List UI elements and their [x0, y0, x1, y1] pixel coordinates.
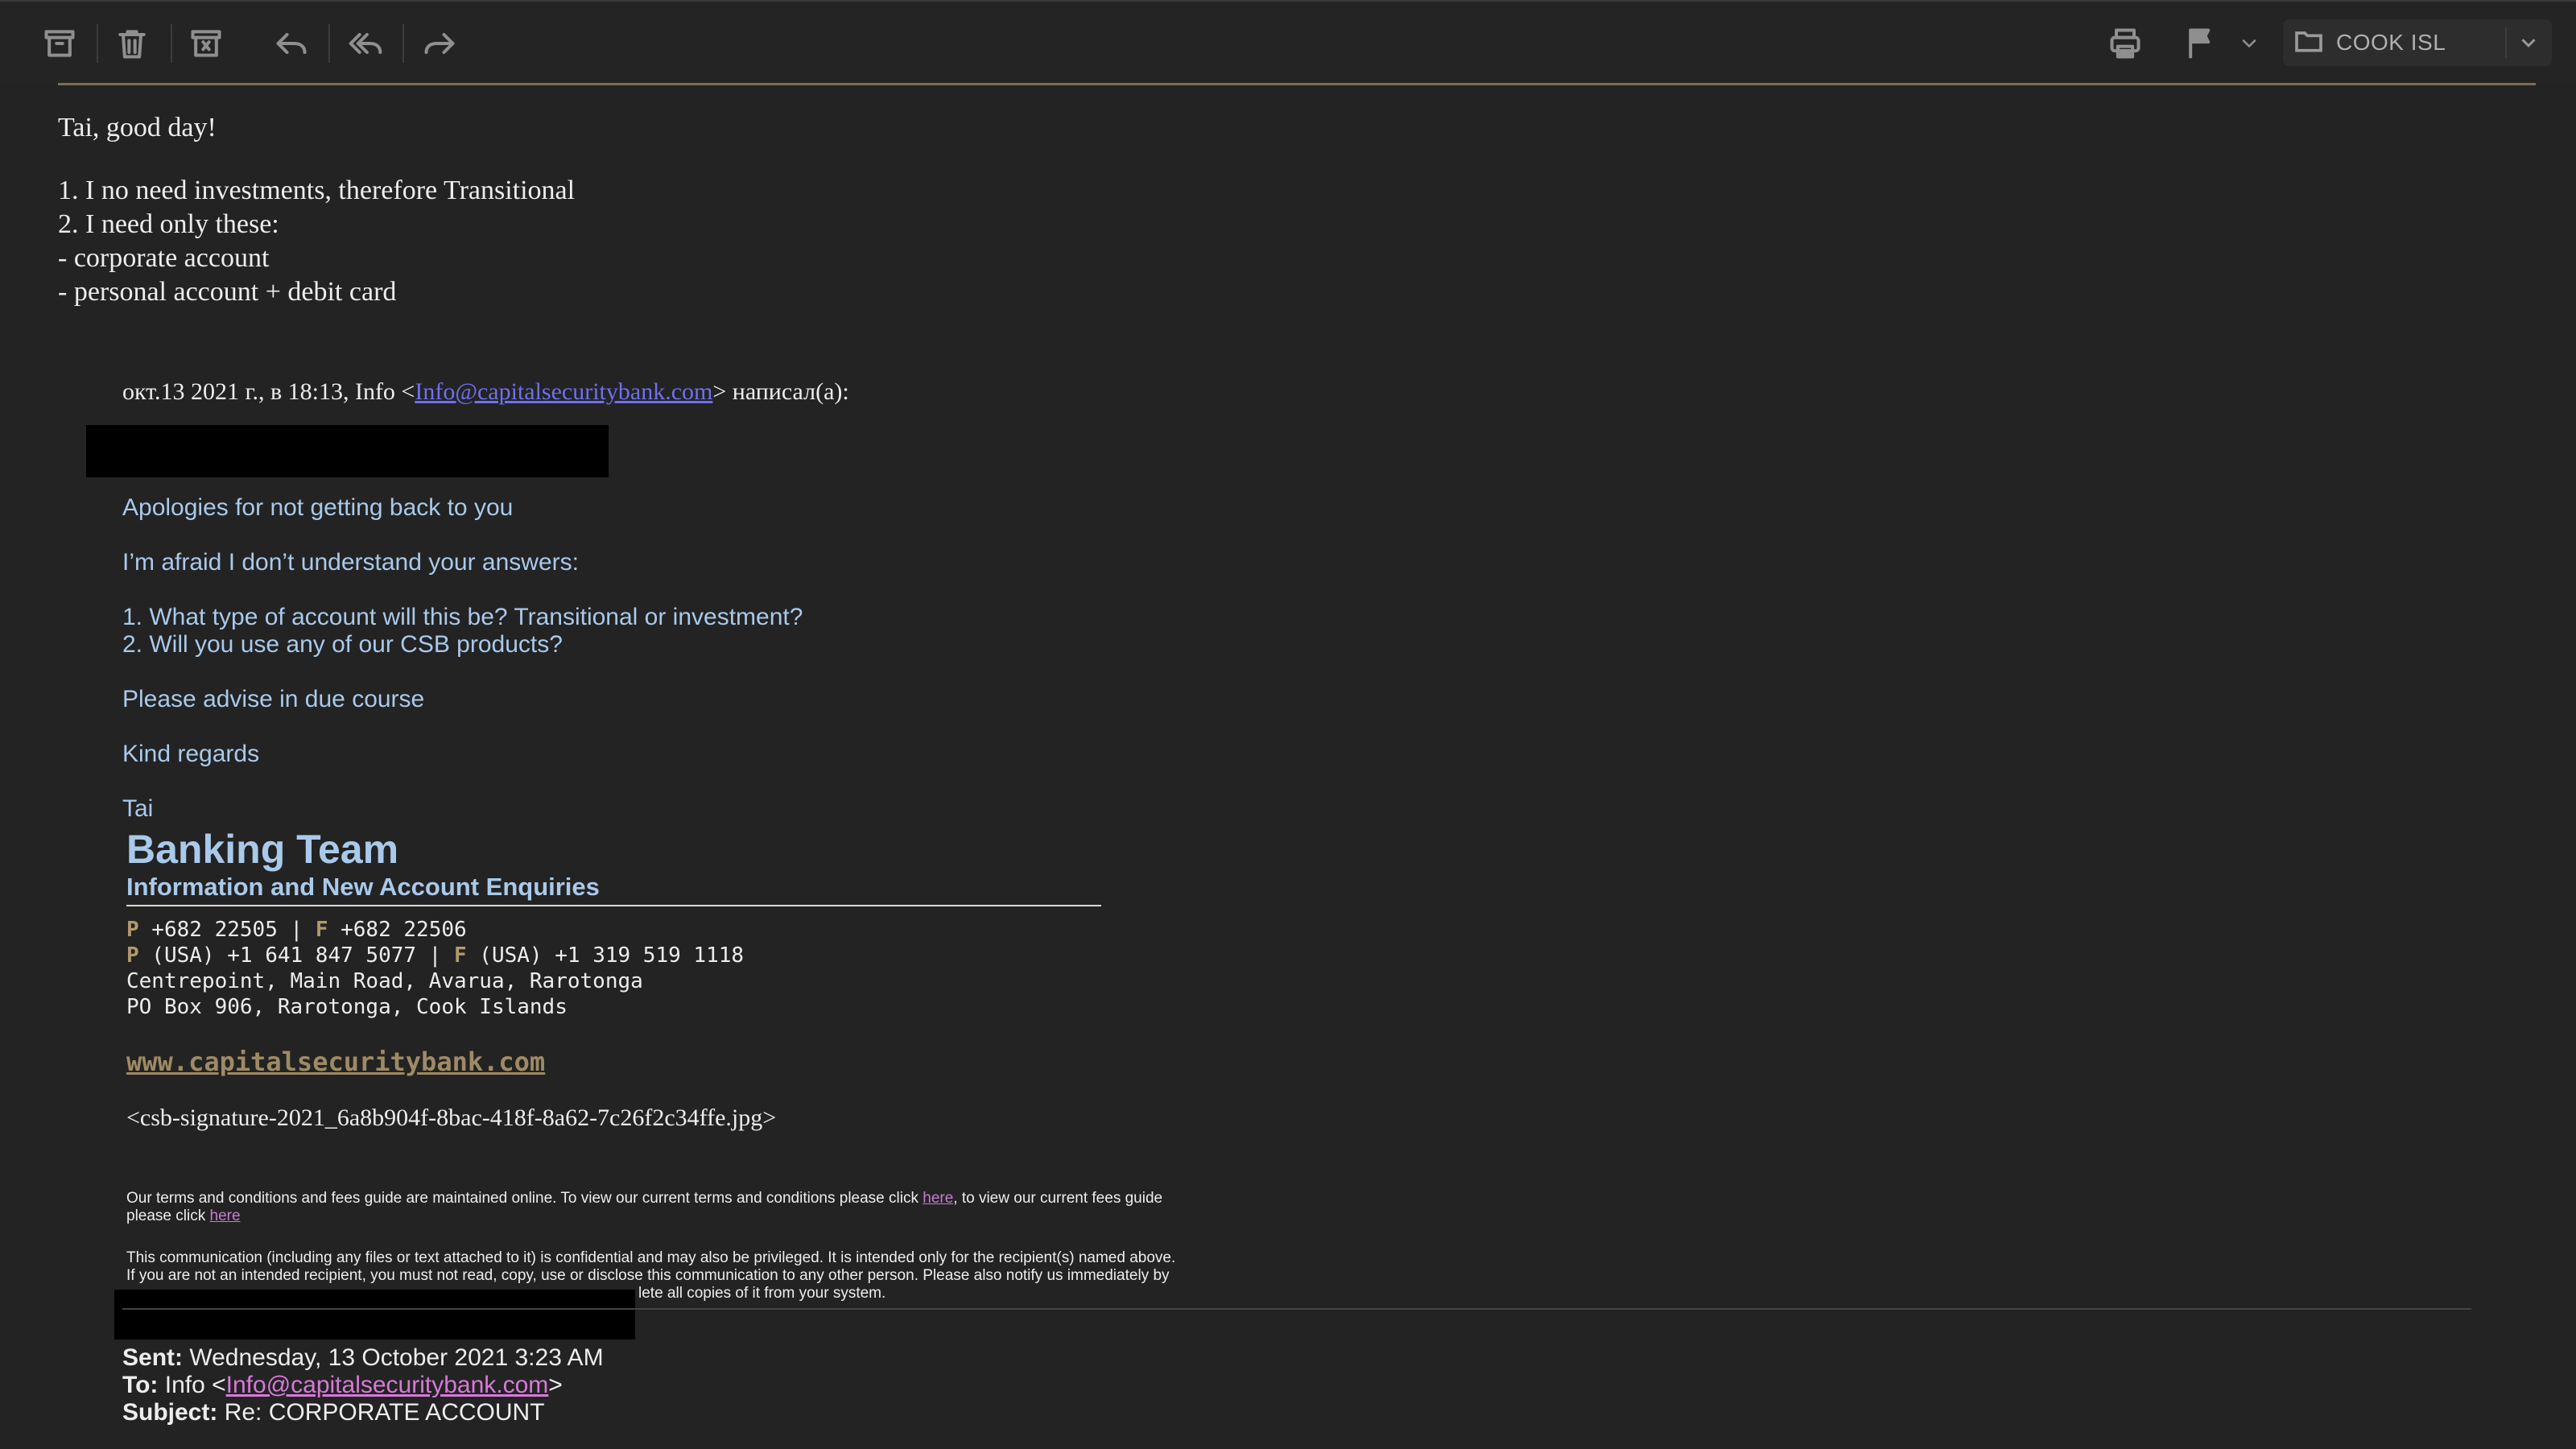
reply-all-icon[interactable] — [341, 19, 390, 68]
toolbar-separator — [171, 24, 172, 63]
folder-icon — [2293, 25, 2328, 60]
fees-text: please click — [126, 1208, 210, 1224]
terms-line: Our terms and conditions and fees guide … — [126, 1190, 1162, 1208]
archive-icon[interactable] — [35, 19, 84, 68]
to-prefix: Info < — [158, 1372, 226, 1398]
quote-header-prefix: окт.13 2021 г., в 18:13, Info < — [122, 378, 415, 405]
quote-sender-email-link[interactable]: Info@capitalsecuritybank.com — [415, 378, 712, 405]
phone-number: +682 22505 | — [138, 918, 316, 942]
quoted-line: Please advise in due course — [122, 686, 425, 712]
disclaimer-line: If you are not an intended recipient, yo… — [126, 1267, 1170, 1284]
chevron-down-icon[interactable] — [2516, 31, 2541, 55]
quote-header: окт.13 2021 г., в 18:13, Info <Info@capi… — [122, 378, 849, 406]
fees-line: please click here — [126, 1208, 241, 1225]
terms-text: , to view our current fees guide — [953, 1190, 1163, 1207]
forward-icon[interactable] — [415, 19, 464, 68]
reply-line: - personal account + debit card — [58, 277, 397, 307]
signature-address: Centrepoint, Main Road, Avarua, Rarotong… — [126, 969, 643, 993]
to-label: To: — [122, 1372, 159, 1398]
subject-label: Subject: — [122, 1399, 218, 1426]
message-toolbar: COOK ISL — [0, 0, 2576, 84]
redacted-block — [114, 1290, 635, 1340]
folder-divider — [2505, 27, 2507, 58]
signature-rule — [126, 905, 1101, 906]
website-link[interactable]: www.capitalsecuritybank.com — [126, 1046, 545, 1077]
to-line: To: Info <Info@capitalsecuritybank.com> — [122, 1372, 563, 1399]
redacted-block — [86, 425, 609, 477]
message-divider — [122, 1308, 2471, 1310]
terms-text: Our terms and conditions and fees guide … — [126, 1190, 923, 1207]
signature-subtitle: Information and New Account Enquiries — [126, 873, 600, 901]
toolbar-separator — [328, 24, 330, 63]
reply-line: 2. I need only these: — [58, 209, 279, 239]
folder-label: COOK ISL — [2336, 30, 2446, 55]
sent-line: Sent: Wednesday, 13 October 2021 3:23 AM — [122, 1344, 604, 1372]
reply-line: 1. I no need investments, therefore Tran… — [58, 175, 576, 205]
folder-select[interactable]: COOK ISL — [2283, 19, 2552, 66]
flag-icon[interactable] — [2177, 19, 2225, 68]
signature-phone-usa-line: P (USA) +1 641 847 5077 | F (USA) +1 319… — [126, 943, 744, 968]
subject-line: Subject: Re: CORPORATE ACCOUNT — [122, 1399, 545, 1426]
chevron-down-icon[interactable] — [2225, 19, 2273, 68]
reply-icon[interactable] — [267, 19, 316, 68]
phone-number: (USA) +1 641 847 5077 | — [138, 943, 454, 968]
disclaimer-line: lete all copies of it from your system. — [638, 1285, 886, 1302]
to-suffix: > — [548, 1372, 563, 1398]
signature-po-box: PO Box 906, Rarotonga, Cook Islands — [126, 995, 568, 1019]
fax-number: (USA) +1 319 519 1118 — [466, 943, 745, 968]
quoted-line: 2. Will you use any of our CSB products? — [122, 631, 563, 658]
quoted-line: I’m afraid I don’t understand your answe… — [122, 549, 579, 576]
fax-number: +682 22506 — [328, 918, 467, 942]
print-icon[interactable] — [2101, 19, 2149, 68]
disclaimer-line: This communication (including any files … — [126, 1249, 1176, 1266]
signature-title: Banking Team — [126, 827, 399, 872]
reply-line: - corporate account — [58, 243, 270, 273]
quoted-line: Tai — [122, 795, 154, 822]
greeting: Tai, good day! — [58, 113, 217, 142]
trash-icon[interactable] — [108, 19, 156, 68]
signature-image-placeholder: <csb-signature-2021_6a8b904f-8bac-418f-8… — [126, 1104, 777, 1131]
toolbar-separator — [402, 24, 404, 63]
terms-link[interactable]: here — [923, 1190, 953, 1207]
toolbar-separator — [97, 24, 98, 63]
quoted-line: Kind regards — [122, 741, 260, 767]
fax-label: F — [315, 918, 328, 942]
to-email-link[interactable]: Info@capitalsecuritybank.com — [226, 1372, 549, 1398]
fax-label: F — [454, 943, 467, 968]
quoted-line: Apologies for not getting back to you — [122, 494, 514, 521]
sent-value: Wednesday, 13 October 2021 3:23 AM — [183, 1344, 604, 1371]
quote-header-suffix: > написал(а): — [712, 378, 849, 405]
subject-value: Re: CORPORATE ACCOUNT — [217, 1399, 545, 1426]
phone-label: P — [126, 943, 139, 968]
signature-phone-line: P +682 22505 | F +682 22506 — [126, 918, 467, 942]
quoted-line: 1. What type of account will this be? Tr… — [122, 604, 803, 630]
sent-label: Sent: — [122, 1344, 183, 1371]
header-divider — [58, 83, 2536, 85]
phone-label: P — [126, 918, 139, 942]
junk-icon[interactable] — [182, 19, 230, 68]
fees-link[interactable]: here — [210, 1208, 241, 1224]
